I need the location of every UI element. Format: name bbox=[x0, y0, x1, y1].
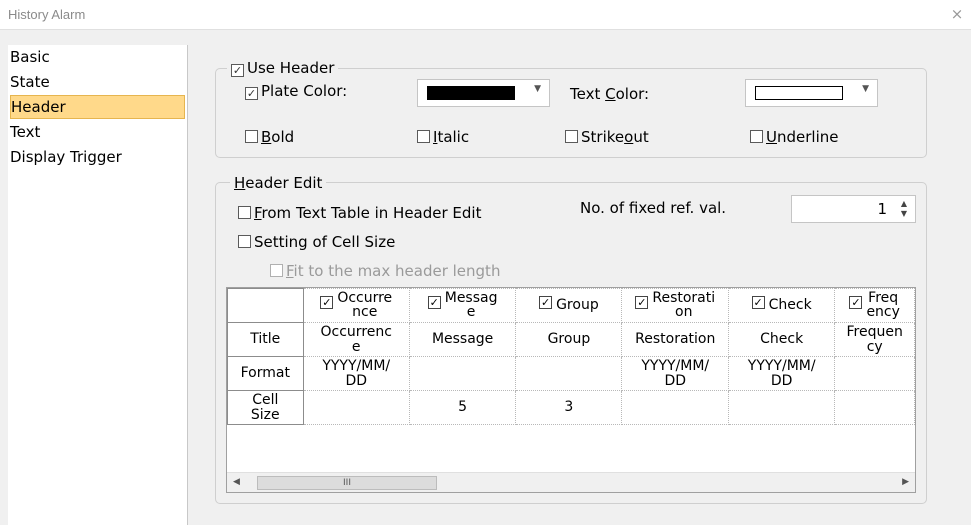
table-cell[interactable]: YYYY/MM/DD bbox=[302, 356, 410, 391]
check-icon[interactable]: ✓ bbox=[751, 295, 765, 309]
sidebar-item-text[interactable]: Text bbox=[10, 120, 185, 144]
underline-option[interactable]: Underline bbox=[750, 128, 838, 146]
table-cell[interactable]: YYYY/MM/DD bbox=[728, 356, 836, 391]
table-cell[interactable] bbox=[834, 390, 915, 425]
table-cell[interactable]: YYYY/MM/DD bbox=[621, 356, 730, 391]
italic-checkbox[interactable] bbox=[417, 130, 430, 143]
text-color-dropdown[interactable]: ▼ bbox=[745, 79, 878, 107]
header-col-group[interactable]: ✓ Group bbox=[515, 288, 623, 323]
header-col-occurrence[interactable]: ✓ Occurre nce bbox=[302, 288, 410, 323]
table-cell[interactable]: Check bbox=[728, 322, 836, 357]
table-cell[interactable]: Group bbox=[515, 322, 623, 357]
scroll-thumb[interactable]: III bbox=[257, 476, 437, 490]
table-cell[interactable] bbox=[834, 356, 915, 391]
row-head-title: Title bbox=[227, 322, 304, 357]
text-color-label: Text Color: bbox=[570, 85, 650, 103]
underline-checkbox[interactable] bbox=[750, 130, 763, 143]
table-cell[interactable]: Occurrenc e bbox=[302, 322, 410, 357]
horizontal-scrollbar[interactable]: ◀ III ▶ bbox=[227, 472, 915, 492]
from-text-table-option[interactable]: From Text Table in Header Edit bbox=[238, 204, 481, 222]
scroll-right-icon[interactable]: ▶ bbox=[902, 477, 909, 487]
table-cell[interactable]: Message bbox=[408, 322, 517, 357]
title-bar: History Alarm × bbox=[0, 0, 971, 30]
sidebar-item-header[interactable]: Header bbox=[10, 95, 185, 119]
from-text-table-checkbox[interactable] bbox=[238, 206, 251, 219]
plate-color-label: Plate Color: bbox=[261, 82, 348, 100]
chevron-down-icon: ▼ bbox=[862, 84, 869, 94]
check-icon[interactable]: ✓ bbox=[539, 295, 553, 309]
window-title: History Alarm bbox=[8, 7, 86, 22]
plate-color-checkbox[interactable]: ✓ bbox=[245, 87, 258, 100]
header-edit-legend: Header Edit bbox=[230, 174, 327, 192]
sidebar: Basic State Header Text Display Trigger bbox=[8, 45, 188, 525]
header-grid[interactable]: ✓ Occurre nce ✓ Messag e ✓ Group ✓ Restorati on… bbox=[226, 287, 916, 493]
bold-checkbox[interactable] bbox=[245, 130, 258, 143]
sidebar-item-display-trigger[interactable]: Display Trigger bbox=[10, 145, 185, 169]
text-color-swatch bbox=[755, 86, 843, 100]
fixed-ref-label: No. of fixed ref. val. bbox=[580, 199, 727, 217]
table-row: Format YYYY/MM/DD YYYY/MM/DD YYYY/MM/DD bbox=[227, 356, 915, 391]
fixed-ref-value[interactable]: 1 bbox=[877, 200, 887, 218]
cell-size-checkbox[interactable] bbox=[238, 235, 251, 248]
use-header-label: Use Header bbox=[247, 59, 335, 77]
strikeout-option[interactable]: Strikeout bbox=[565, 128, 649, 146]
table-row: Cell Size 5 3 bbox=[227, 390, 915, 425]
header-col-check[interactable]: ✓ Check bbox=[728, 288, 836, 323]
header-col-frequency[interactable]: ✓ Freq ency bbox=[834, 288, 915, 323]
scroll-left-icon[interactable]: ◀ bbox=[233, 477, 240, 487]
table-cell[interactable]: Restoration bbox=[621, 322, 730, 357]
table-cell[interactable]: 3 bbox=[515, 390, 623, 425]
table-cell[interactable] bbox=[408, 356, 517, 391]
check-icon[interactable]: ✓ bbox=[427, 295, 441, 309]
header-table: ✓ Occurre nce ✓ Messag e ✓ Group ✓ Restorati on… bbox=[227, 288, 915, 425]
row-head-format: Format bbox=[227, 356, 304, 391]
table-cell[interactable] bbox=[621, 390, 730, 425]
fixed-ref-stepper[interactable]: 1 ▲ ▼ bbox=[791, 195, 916, 223]
header-col-restoration[interactable]: ✓ Restorati on bbox=[621, 288, 730, 323]
table-row: Title Occurrenc e Message Group Restorati… bbox=[227, 322, 915, 357]
chevron-down-icon: ▼ bbox=[534, 84, 541, 94]
check-icon[interactable]: ✓ bbox=[849, 295, 863, 309]
fit-max-checkbox bbox=[270, 264, 283, 277]
table-cell[interactable] bbox=[515, 356, 623, 391]
plate-color-option[interactable]: ✓ Plate Color: bbox=[245, 82, 347, 100]
italic-option[interactable]: Italic bbox=[417, 128, 469, 146]
check-icon[interactable]: ✓ bbox=[635, 295, 649, 309]
stepper-arrows-icon[interactable]: ▲ ▼ bbox=[897, 199, 911, 219]
corner-cell bbox=[227, 288, 304, 323]
use-header-checkbox[interactable]: ✓ bbox=[231, 64, 244, 77]
cell-size-option[interactable]: Setting of Cell Size bbox=[238, 233, 395, 251]
strikeout-checkbox[interactable] bbox=[565, 130, 578, 143]
plate-color-dropdown[interactable]: ▼ bbox=[417, 79, 550, 107]
close-icon[interactable]: × bbox=[947, 4, 967, 24]
table-cell[interactable]: Frequen cy bbox=[834, 322, 915, 357]
header-col-message[interactable]: ✓ Messag e bbox=[408, 288, 517, 323]
table-cell[interactable] bbox=[302, 390, 410, 425]
table-cell[interactable] bbox=[728, 390, 836, 425]
table-cell[interactable]: 5 bbox=[408, 390, 517, 425]
row-head-cell-size: Cell Size bbox=[227, 390, 304, 425]
sidebar-item-state[interactable]: State bbox=[10, 70, 185, 94]
use-header-legend[interactable]: ✓ Use Header bbox=[227, 59, 339, 77]
check-icon[interactable]: ✓ bbox=[320, 295, 334, 309]
sidebar-item-basic[interactable]: Basic bbox=[10, 45, 185, 69]
fit-max-option: Fit to the max header length bbox=[270, 262, 500, 280]
table-row: ✓ Occurre nce ✓ Messag e ✓ Group ✓ Restorati on… bbox=[227, 288, 915, 323]
plate-color-swatch bbox=[427, 86, 515, 100]
bold-option[interactable]: Bold bbox=[245, 128, 294, 146]
